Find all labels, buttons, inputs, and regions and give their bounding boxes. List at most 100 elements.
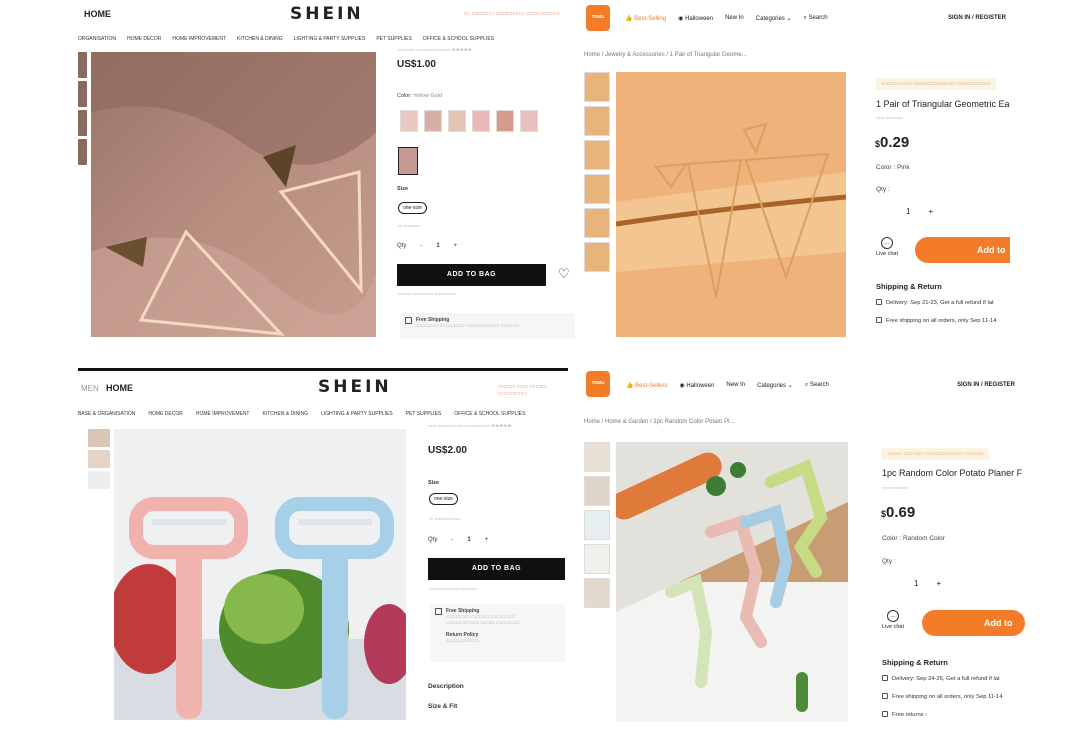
qty-plus-button[interactable]: + [936,579,941,588]
thumbnail[interactable] [584,442,610,472]
qty-value[interactable]: 1 [906,207,910,216]
nav-new-in[interactable]: New In [725,15,744,22]
qty-plus-button[interactable]: + [454,243,458,249]
nav-halloween[interactable]: ◉ Halloween [678,15,713,22]
selected-swatch[interactable] [398,147,418,175]
sign-in-link[interactable]: SIGN IN / REGISTER [948,15,1006,21]
qty-value[interactable]: 1 [467,537,470,543]
description-section[interactable]: Description [428,683,464,690]
category-item[interactable]: HOME DECOR [148,411,182,417]
nav-home-link[interactable]: HOME [106,383,133,393]
thumbnail-strip [584,442,610,608]
category-item[interactable]: ORGANISATION [78,36,116,42]
temu-logo[interactable]: TEMU [586,371,610,397]
thumbnail[interactable] [584,174,610,204]
nav-home-link[interactable]: HOME [84,9,111,19]
add-to-bag-button[interactable]: ADD TO BAG [397,264,546,286]
thumbnail[interactable] [88,429,110,447]
wishlist-heart-icon[interactable]: ♡ [558,266,570,282]
nav-halloween[interactable]: ◉ Halloween [679,382,714,389]
thumbnail[interactable] [584,476,610,506]
thumbnail[interactable] [584,72,610,102]
shipping-heading[interactable]: Shipping & Return [882,658,948,667]
product-image[interactable] [91,52,376,337]
nav-men-link[interactable]: MEN [81,384,99,393]
nav-categories[interactable]: Categories ⌄ [756,15,792,22]
thumbnail[interactable] [584,106,610,136]
category-item[interactable]: KITCHEN & DINING [263,411,309,417]
size-guide[interactable]: ▭ ▭▭▭▭ [398,223,421,229]
shein-header: HOME SHEIN ▭ ▭▭▭▭ ▭▭▭▭▭ ▭▭▭▭▭▭ [78,0,578,28]
search-link[interactable]: ⌕ Search [805,382,829,389]
shipping-heading[interactable]: Shipping & Return [876,282,942,291]
color-swatch[interactable] [472,110,490,132]
category-item[interactable]: HOME IMPROVEMENT [172,36,226,42]
breadcrumb[interactable]: Home / Jewelry & Accessories / 1 Pair of… [584,52,747,58]
qty-plus-button[interactable]: + [485,537,489,543]
category-item[interactable]: OFFICE & SCHOOL SUPPLIES [454,411,525,417]
category-item[interactable]: LIGHTING & PARTY SUPPLIES [321,411,393,417]
shipping-check-icon [882,693,888,699]
category-item[interactable]: PET SUPPLIES [376,36,411,42]
temu-logo[interactable]: TEMU [586,5,610,31]
color-label: Color : Random Color [882,535,945,542]
thumbnail[interactable] [78,110,87,136]
product-image[interactable] [114,429,406,720]
add-to-cart-button[interactable]: Add to [915,237,1010,263]
quantity-stepper: Qty - 1 + [428,537,488,543]
nav-new-in[interactable]: New In [726,382,745,389]
add-to-cart-button[interactable]: Add to [922,610,1025,636]
size-option[interactable]: one-size [429,493,458,505]
nav-best-sellers[interactable]: 👍 Best-Sellers [626,382,667,389]
thumbnail[interactable] [88,471,110,489]
nav-best-selling[interactable]: 👍 Best-Selling [625,15,666,22]
qty-minus-button[interactable]: - [420,243,422,249]
live-chat-button[interactable]: … Live chat [876,237,898,257]
promo-banner[interactable]: ▭▭▭ ▭▭ ▭▭▭ ▭▭▭▭▭ [498,383,568,397]
qty-plus-button[interactable]: + [928,207,933,216]
color-swatch[interactable] [520,110,538,132]
thumbnail[interactable] [78,139,87,165]
product-image[interactable] [616,72,846,337]
color-swatch[interactable] [496,110,514,132]
thumbnail[interactable] [584,208,610,238]
thumbnail[interactable] [584,578,610,608]
color-swatch[interactable] [400,110,418,132]
thumbnail[interactable] [78,52,87,78]
thumbnail[interactable] [78,81,87,107]
live-chat-button[interactable]: … Live chat [882,610,904,630]
temu-earring-page: TEMU 👍 Best-Selling ◉ Halloween New In C… [580,0,1010,345]
size-fit-section[interactable]: Size & Fit [428,703,457,710]
category-item[interactable]: LIGHTING & PARTY SUPPLIES [294,36,366,42]
nav-categories[interactable]: Categories ⌄ [757,382,793,389]
free-returns-row[interactable]: Free returns › [882,711,927,718]
color-swatch[interactable] [424,110,442,132]
shein-logo[interactable]: SHEIN [290,4,364,24]
size-guide[interactable]: ▭ ▭▭▭▭▭▭ [429,516,460,522]
category-item[interactable]: HOME IMPROVEMENT [196,411,250,417]
member-note: ▭▭▭▭▭▭▭ ▭▭▭▭ [429,586,478,591]
thumbnail[interactable] [584,510,610,540]
category-item[interactable]: KITCHEN & DINING [237,36,283,42]
category-item[interactable]: PET SUPPLIES [406,411,441,417]
qty-label: Qty : [882,558,896,565]
thumbnail[interactable] [584,544,610,574]
qty-value[interactable]: 1 [436,243,439,249]
thumbnail[interactable] [584,140,610,170]
shein-logo[interactable]: SHEIN [318,377,392,397]
qty-minus-button[interactable]: - [451,537,453,543]
color-swatch[interactable] [448,110,466,132]
sign-in-link[interactable]: SIGN IN / REGISTER [957,382,1015,388]
promo-banner[interactable]: ▭ ▭▭▭▭ ▭▭▭▭▭ ▭▭▭▭▭▭ [464,10,560,17]
breadcrumb[interactable]: Home / Home & Garden / 1pc Random Color … [584,419,734,425]
category-item[interactable]: BASE & ORGANISATION [78,411,135,417]
search-link[interactable]: ⌕ Search [804,15,828,22]
add-to-bag-button[interactable]: ADD TO BAG [428,558,565,580]
thumbnail[interactable] [88,450,110,468]
product-image[interactable] [616,442,848,722]
category-item[interactable]: OFFICE & SCHOOL SUPPLIES [423,36,494,42]
qty-value[interactable]: 1 [914,579,918,588]
size-option[interactable]: one-size [398,202,427,214]
category-item[interactable]: HOME DECOR [127,36,161,42]
thumbnail[interactable] [584,242,610,272]
